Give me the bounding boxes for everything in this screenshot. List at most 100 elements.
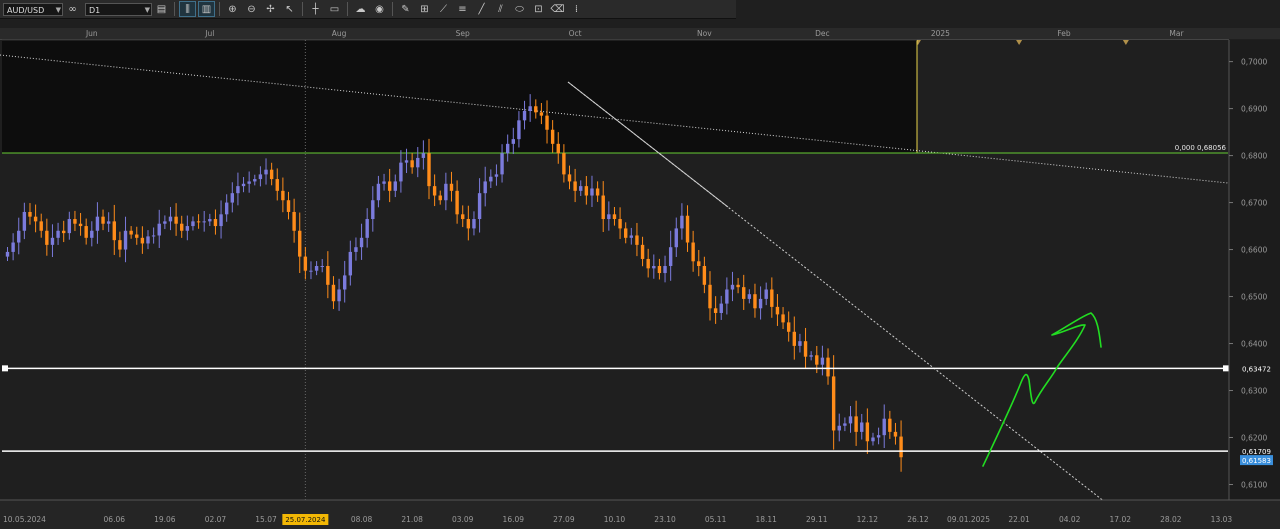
candle-body xyxy=(725,289,729,304)
trend-tool-icon[interactable]: ⟋ xyxy=(436,2,451,16)
date-label: 05.11 xyxy=(705,515,727,524)
date-label: 15.07 xyxy=(255,515,277,524)
candle-body xyxy=(573,181,577,191)
line-handle-right[interactable] xyxy=(1223,365,1229,372)
candle-body xyxy=(567,174,572,182)
month-label: 2025 xyxy=(931,29,950,38)
candle-body xyxy=(477,193,482,220)
candle-body xyxy=(607,214,611,220)
price-tick-label: 0,6700 xyxy=(1241,199,1267,208)
candle-body xyxy=(348,251,353,276)
candle-body xyxy=(157,223,161,236)
candle-body xyxy=(550,129,555,144)
date-label: 10.05.2024 xyxy=(3,515,46,524)
folder-icon[interactable]: ▭ xyxy=(327,2,342,16)
candle-body xyxy=(517,120,521,140)
candle-body xyxy=(28,211,32,217)
zoom-in-icon[interactable]: ⊕ xyxy=(225,2,240,16)
date-label: 16.09 xyxy=(503,515,525,524)
candle-body xyxy=(871,437,875,442)
candle-body xyxy=(67,219,72,234)
candle-body xyxy=(354,247,358,252)
indicator-icon[interactable]: ⁞ xyxy=(569,2,584,16)
shape-tool-icon[interactable]: ⬭ xyxy=(512,2,527,16)
price-axis[interactable]: 0,7000 0,6900 0,6800 0,6700 0,6600 0,6500 0,64… xyxy=(1228,40,1280,500)
candle-body xyxy=(640,244,645,259)
date-label: 23.10 xyxy=(654,515,676,524)
candle-body xyxy=(140,237,145,244)
line-tool-icon[interactable]: ╱ xyxy=(474,2,489,16)
candle-chart-icon[interactable]: ▥ xyxy=(198,1,215,17)
resistance-price-tag: 0,63472 xyxy=(1242,365,1271,373)
price-tick-label: 0,6300 xyxy=(1241,387,1267,396)
candle-body xyxy=(803,341,808,357)
toolbar-separator xyxy=(347,2,348,16)
candle-body xyxy=(219,214,223,227)
cursor-icon[interactable]: ↖ xyxy=(282,2,297,16)
date-label: 08.08 xyxy=(351,515,373,524)
candle-body xyxy=(247,181,251,184)
candle-body xyxy=(292,211,296,231)
timeframe-select[interactable]: D1 ▼ xyxy=(85,2,152,16)
fib-tool-icon[interactable]: ≡ xyxy=(455,2,470,16)
candle-body xyxy=(213,219,218,227)
candle-body xyxy=(893,431,898,437)
candle-body xyxy=(95,216,100,231)
candle-body xyxy=(191,221,195,227)
date-axis-strip xyxy=(0,500,1280,529)
cloud-icon[interactable]: ☁ xyxy=(353,2,368,16)
candle-body xyxy=(50,237,55,245)
bar-chart-icon[interactable]: ⫼ xyxy=(179,1,196,17)
date-label: 21.08 xyxy=(401,515,423,524)
chain-link-icon[interactable]: ∞ xyxy=(65,2,80,16)
date-label: 09.01.2025 xyxy=(947,515,990,524)
toolbar-separator xyxy=(219,2,220,16)
candle-body xyxy=(118,240,122,250)
candle-body xyxy=(770,289,774,307)
candle-body xyxy=(106,221,111,224)
toolbar-separator xyxy=(174,2,175,16)
candle-body xyxy=(590,188,594,196)
channel-tool-icon[interactable]: ⫽ xyxy=(493,2,508,16)
candle-body xyxy=(365,219,369,238)
candle-body xyxy=(331,284,336,302)
vertical-line-icon[interactable]: ┼ xyxy=(308,2,323,16)
price-chart[interactable]: Jun Jul Aug Sep Oct Nov Dec 2025 Feb Mar 0,000 0,… xyxy=(0,0,1280,529)
candle-body xyxy=(668,247,673,267)
candle-body xyxy=(151,235,156,237)
candle-body xyxy=(129,230,133,235)
top-axis-strip xyxy=(0,28,1280,39)
candle-body xyxy=(286,200,291,212)
eraser-icon[interactable]: ⌫ xyxy=(550,2,565,16)
text-tool-icon[interactable]: ⊡ xyxy=(531,2,546,16)
candle-body xyxy=(337,289,341,302)
candle-body xyxy=(298,230,302,257)
crosshair-icon[interactable]: ✢ xyxy=(263,2,278,16)
candle-body xyxy=(595,188,600,196)
date-label: 18.11 xyxy=(755,515,777,524)
price-label-icon[interactable]: ⊞ xyxy=(417,2,432,16)
candle-body xyxy=(815,355,819,365)
candle-body xyxy=(56,230,60,238)
candle-body xyxy=(764,289,768,299)
timeframe-value: D1 xyxy=(89,5,101,15)
globe-icon[interactable]: ◉ xyxy=(372,2,387,16)
candle-body xyxy=(466,219,471,229)
candle-body xyxy=(343,275,347,290)
date-axis[interactable]: 10.05.2024 06.06 19.06 02.07 15.07 08.08 21.08… xyxy=(0,499,1280,529)
month-label: Dec xyxy=(815,29,830,38)
pencil-icon[interactable]: ✎ xyxy=(398,2,413,16)
chart-type-icon[interactable]: ▤ xyxy=(154,2,169,16)
candle-body xyxy=(45,230,49,245)
symbol-select[interactable]: AUD/USD ▼ xyxy=(3,2,63,16)
candle-body xyxy=(742,287,746,299)
candle-body xyxy=(826,357,830,377)
line-handle-left[interactable] xyxy=(2,365,8,372)
current-price-tag: 0,61583 xyxy=(1242,457,1271,465)
candle-body xyxy=(798,341,802,346)
candle-body xyxy=(253,179,257,182)
zoom-out-icon[interactable]: ⊖ xyxy=(244,2,259,16)
date-label: 04.02 xyxy=(1059,515,1081,524)
date-label: 10.10 xyxy=(604,515,626,524)
candle-body xyxy=(309,270,313,272)
